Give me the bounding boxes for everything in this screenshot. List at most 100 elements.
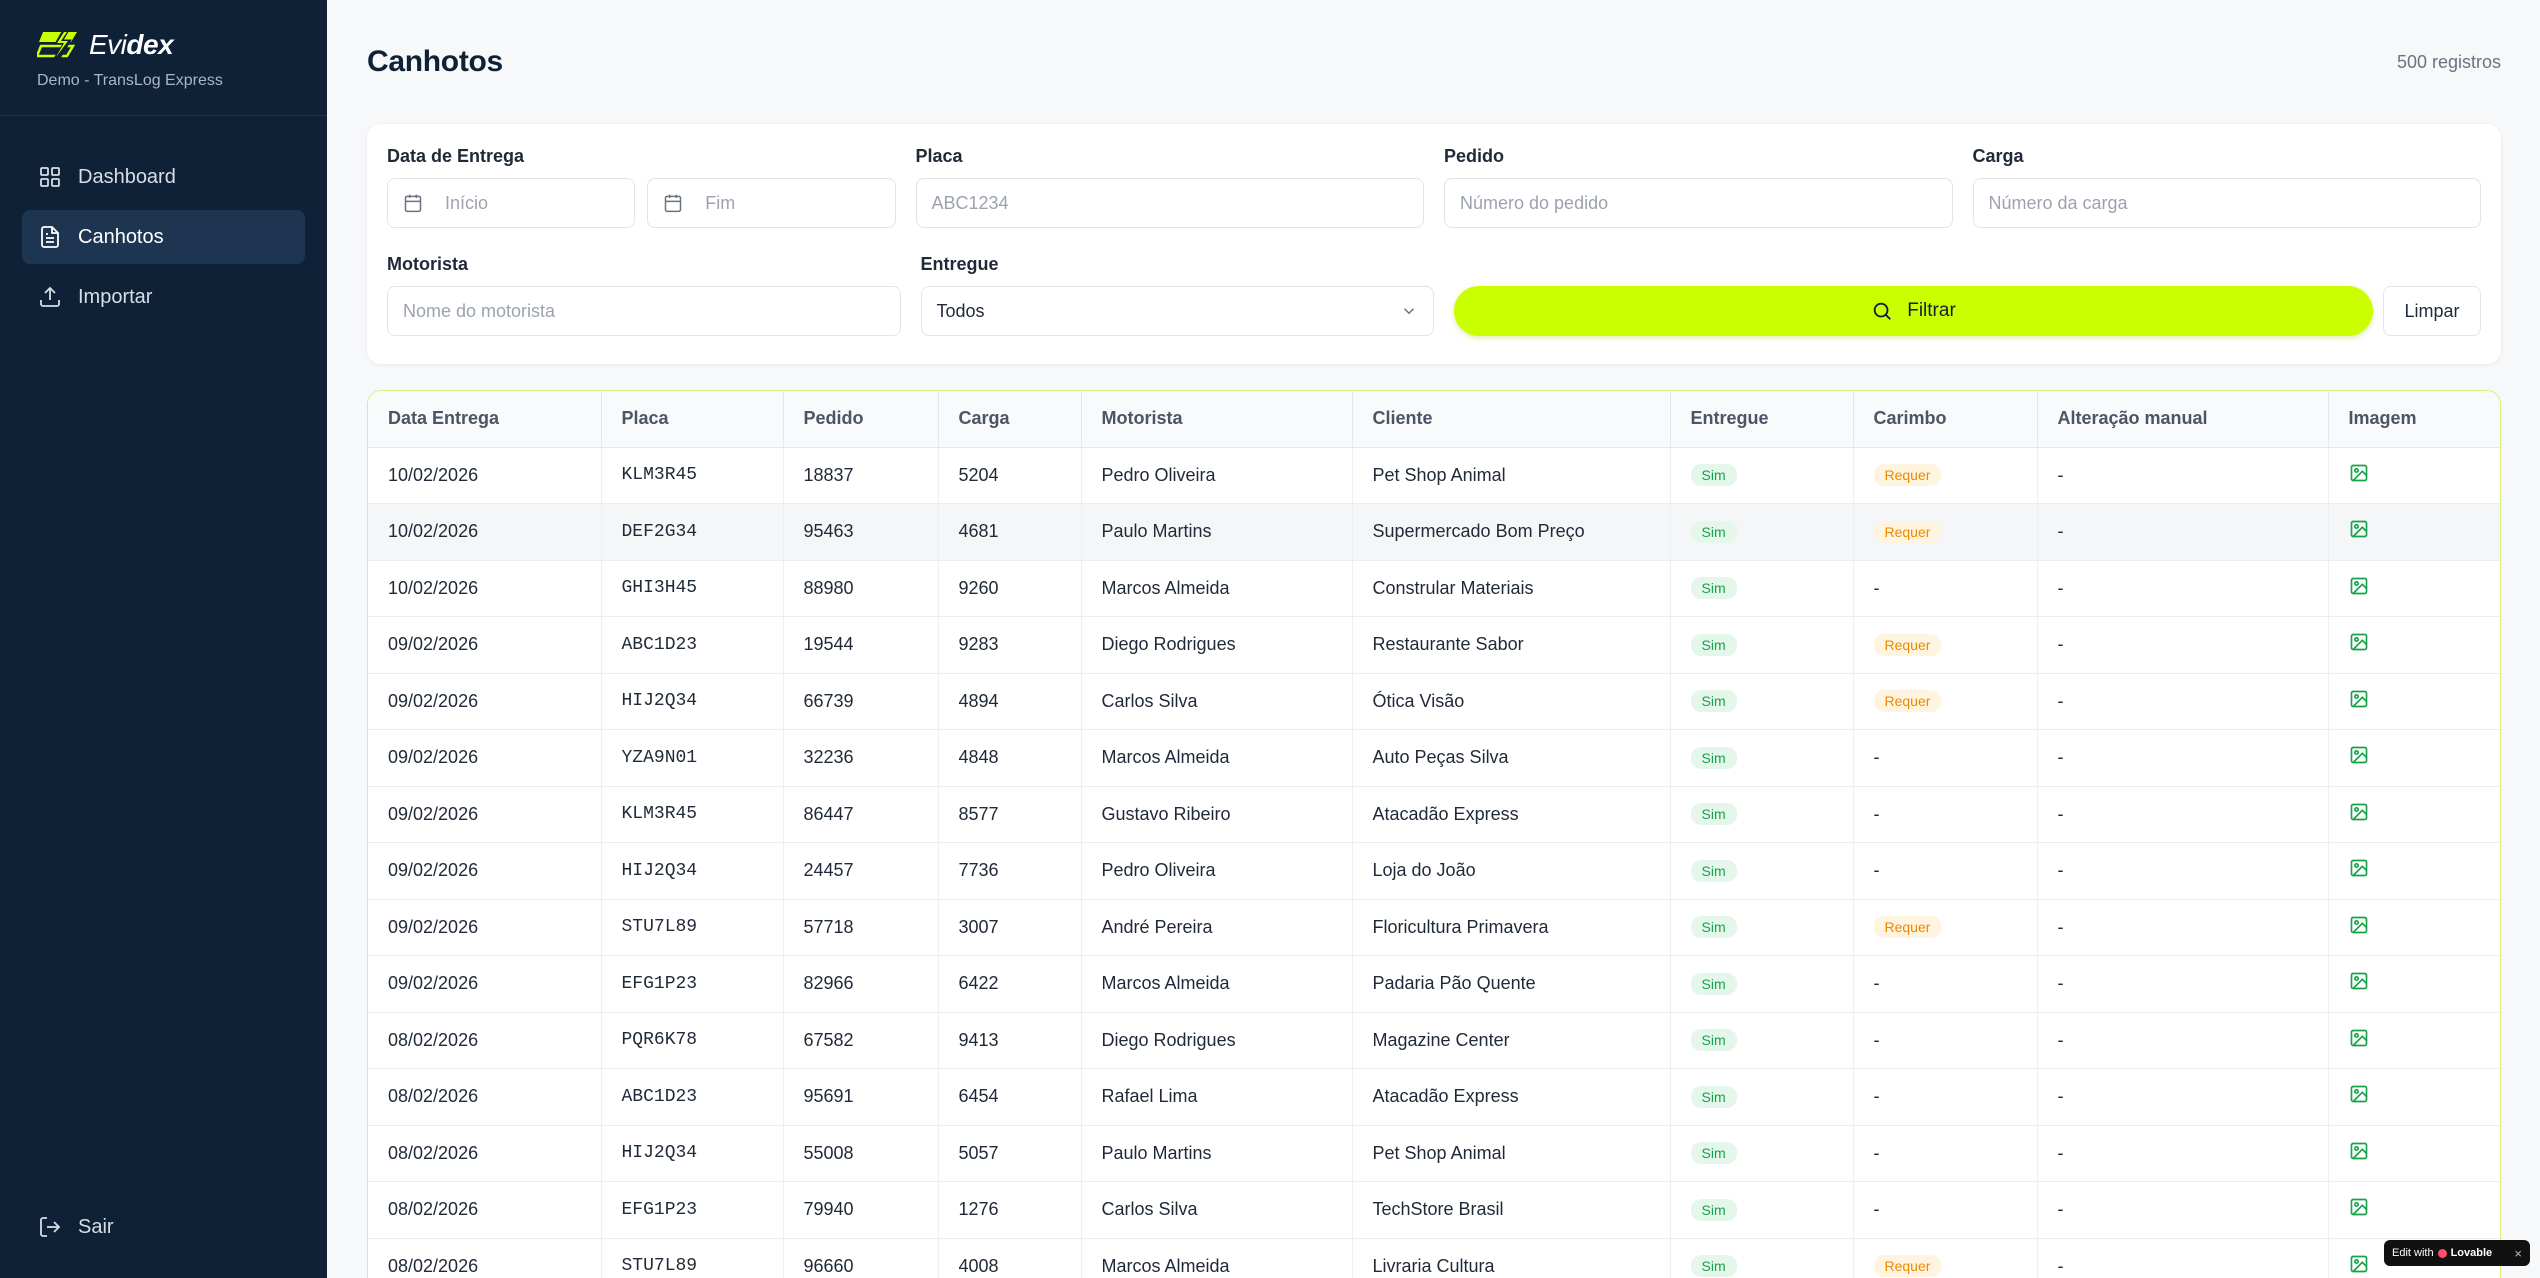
delivered-cell: Sim bbox=[1670, 899, 1854, 956]
table-row[interactable]: 09/02/2026 HIJ2Q34 24457 7736 Pedro Oliveira… bbox=[368, 842, 2500, 900]
load-filter-label: Carga bbox=[1972, 146, 2024, 166]
close-icon[interactable]: × bbox=[2514, 1246, 2522, 1261]
manual-change-cell: - bbox=[2037, 1012, 2329, 1069]
document-icon bbox=[41, 226, 59, 248]
delivery-date-cell: 09/02/2026 bbox=[368, 899, 602, 956]
image-icon[interactable] bbox=[2349, 802, 2369, 822]
brand: Evidex Demo - TransLog Express bbox=[0, 0, 327, 116]
column-header[interactable]: Placa bbox=[601, 391, 784, 448]
image-icon[interactable] bbox=[2349, 1028, 2369, 1048]
table-row[interactable]: 09/02/2026 ABC1D23 19544 9283 Diego Rodrigue… bbox=[368, 616, 2500, 674]
filter-row-2: Motorista Nome do motorista Entregue Tod… bbox=[387, 254, 2481, 336]
order-input[interactable]: Número do pedido bbox=[1444, 178, 1953, 228]
column-header[interactable]: Pedido bbox=[783, 391, 939, 448]
driver-cell: Paulo Martins bbox=[1081, 1125, 1353, 1182]
table-row[interactable]: 09/02/2026 YZA9N01 32236 4848 Marcos Almeida… bbox=[368, 729, 2500, 787]
filter-button[interactable]: Filtrar bbox=[1454, 286, 2373, 336]
load-cell: 4681 bbox=[938, 503, 1082, 561]
driver-cell: Diego Rodrigues bbox=[1081, 616, 1353, 674]
table-row[interactable]: 09/02/2026 STU7L89 57718 3007 André Pereira F… bbox=[368, 899, 2500, 956]
driver-cell: Gustavo Ribeiro bbox=[1081, 786, 1353, 843]
column-header[interactable]: Carimbo bbox=[1853, 391, 2038, 448]
column-header[interactable]: Carga bbox=[938, 391, 1082, 448]
order-cell: 95691 bbox=[783, 1068, 939, 1126]
lovable-badge[interactable]: Edit with Lovable × bbox=[2384, 1240, 2530, 1266]
plate-cell: ABC1D23 bbox=[601, 616, 784, 674]
nav-item-dashboard[interactable]: Dashboard bbox=[22, 150, 305, 204]
stamp-cell: - bbox=[1853, 729, 2038, 787]
date-filter: Data de Entrega Início Fim bbox=[387, 146, 896, 228]
image-cell bbox=[2328, 1012, 2500, 1069]
brand-logo[interactable]: Evidex bbox=[37, 28, 327, 62]
column-header[interactable]: Cliente bbox=[1352, 391, 1671, 448]
table-row[interactable]: 08/02/2026 STU7L89 96660 4008 Marcos Almeida… bbox=[368, 1238, 2500, 1278]
manual-change-cell: - bbox=[2037, 842, 2329, 900]
table-row[interactable]: 09/02/2026 KLM3R45 86447 8577 Gustavo Ribeir… bbox=[368, 786, 2500, 843]
clear-button[interactable]: Limpar bbox=[2383, 286, 2481, 336]
load-input[interactable]: Número da carga bbox=[1972, 178, 2481, 228]
delivered-select[interactable]: Todos bbox=[920, 286, 1434, 336]
plate-cell: YZA9N01 bbox=[601, 729, 784, 787]
order-cell: 55008 bbox=[783, 1125, 939, 1182]
logout-button[interactable]: Sair bbox=[22, 1200, 305, 1254]
delivered-badge: Sim bbox=[1690, 916, 1737, 939]
delivery-date-cell: 09/02/2026 bbox=[368, 786, 602, 843]
table-row[interactable]: 10/02/2026 DEF2G34 95463 4681 Paulo Martins S… bbox=[368, 503, 2500, 561]
plate-cell: HIJ2Q34 bbox=[601, 842, 784, 900]
image-icon[interactable] bbox=[2349, 576, 2369, 596]
delivery-date-cell: 08/02/2026 bbox=[368, 1125, 602, 1182]
table-row[interactable]: 08/02/2026 HIJ2Q34 55008 5057 Paulo Martins P… bbox=[368, 1125, 2500, 1182]
column-header[interactable]: Data Entrega bbox=[368, 391, 602, 448]
image-icon[interactable] bbox=[2349, 1084, 2369, 1104]
main-content: Canhotos 500 registros Data de Entrega I… bbox=[327, 0, 2540, 1278]
image-icon[interactable] bbox=[2349, 858, 2369, 878]
driver-input[interactable]: Nome do motorista bbox=[387, 286, 901, 336]
manual-change-cell: - bbox=[2037, 560, 2329, 617]
delivered-filter-label: Entregue bbox=[920, 254, 999, 274]
image-icon[interactable] bbox=[2349, 463, 2369, 483]
column-header[interactable]: Entregue bbox=[1670, 391, 1854, 448]
image-icon[interactable] bbox=[2349, 971, 2369, 991]
image-icon[interactable] bbox=[2349, 1254, 2369, 1274]
image-icon[interactable] bbox=[2349, 1141, 2369, 1161]
column-header[interactable]: Alteração manual bbox=[2037, 391, 2329, 448]
column-header[interactable]: Motorista bbox=[1081, 391, 1353, 448]
image-icon[interactable] bbox=[2349, 915, 2369, 935]
image-icon[interactable] bbox=[2349, 519, 2369, 539]
image-cell bbox=[2328, 616, 2500, 674]
table-header-row: Data Entrega Placa Pedido Carga Motorista Cli… bbox=[368, 391, 2500, 448]
nav-item-importar[interactable]: Importar bbox=[22, 270, 305, 324]
load-filter: Carga Número da carga bbox=[1972, 146, 2481, 228]
load-cell: 1276 bbox=[938, 1181, 1082, 1239]
delivered-cell: Sim bbox=[1670, 1068, 1854, 1126]
nav-item-canhotos[interactable]: Canhotos bbox=[22, 210, 305, 264]
driver-filter-label: Motorista bbox=[387, 254, 468, 274]
delivery-date-cell: 10/02/2026 bbox=[368, 447, 602, 504]
image-icon[interactable] bbox=[2349, 745, 2369, 765]
plate-input[interactable]: ABC1234 bbox=[915, 178, 1424, 228]
date-filter-label: Data de Entrega bbox=[387, 146, 525, 166]
image-icon[interactable] bbox=[2349, 1197, 2369, 1217]
calendar-icon bbox=[665, 194, 682, 213]
date-end-input[interactable]: Fim bbox=[647, 178, 896, 228]
image-icon[interactable] bbox=[2349, 632, 2369, 652]
table-row[interactable]: 09/02/2026 HIJ2Q34 66739 4894 Carlos Silva Ót… bbox=[368, 673, 2500, 730]
date-start-input[interactable]: Início bbox=[387, 178, 636, 228]
plate-filter-label: Placa bbox=[915, 146, 963, 166]
manual-change-cell: - bbox=[2037, 1181, 2329, 1239]
table-row[interactable]: 10/02/2026 KLM3R45 18837 5204 Pedro Oliveira… bbox=[368, 447, 2500, 504]
client-cell: Magazine Center bbox=[1352, 1012, 1671, 1069]
stamp-cell: Requer bbox=[1853, 447, 2038, 504]
plate-cell: KLM3R45 bbox=[601, 786, 784, 843]
order-cell: 32236 bbox=[783, 729, 939, 787]
column-header[interactable]: Imagem bbox=[2328, 391, 2500, 448]
table-row[interactable]: 10/02/2026 GHI3H45 88980 9260 Marcos Almeida… bbox=[368, 560, 2500, 617]
image-icon[interactable] bbox=[2349, 689, 2369, 709]
delivered-badge: Sim bbox=[1690, 690, 1737, 713]
data-table: Data Entrega Placa Pedido Carga Motorista Cli… bbox=[368, 391, 2500, 1278]
table-row[interactable]: 08/02/2026 PQR6K78 67582 9413 Diego Rodrigue… bbox=[368, 1012, 2500, 1069]
table-row[interactable]: 08/02/2026 EFG1P23 79940 1276 Carlos Silva Te… bbox=[368, 1181, 2500, 1239]
order-cell: 67582 bbox=[783, 1012, 939, 1069]
table-row[interactable]: 09/02/2026 EFG1P23 82966 6422 Marcos Almeida… bbox=[368, 955, 2500, 1013]
table-row[interactable]: 08/02/2026 ABC1D23 95691 6454 Rafael Lima Ata… bbox=[368, 1068, 2500, 1126]
